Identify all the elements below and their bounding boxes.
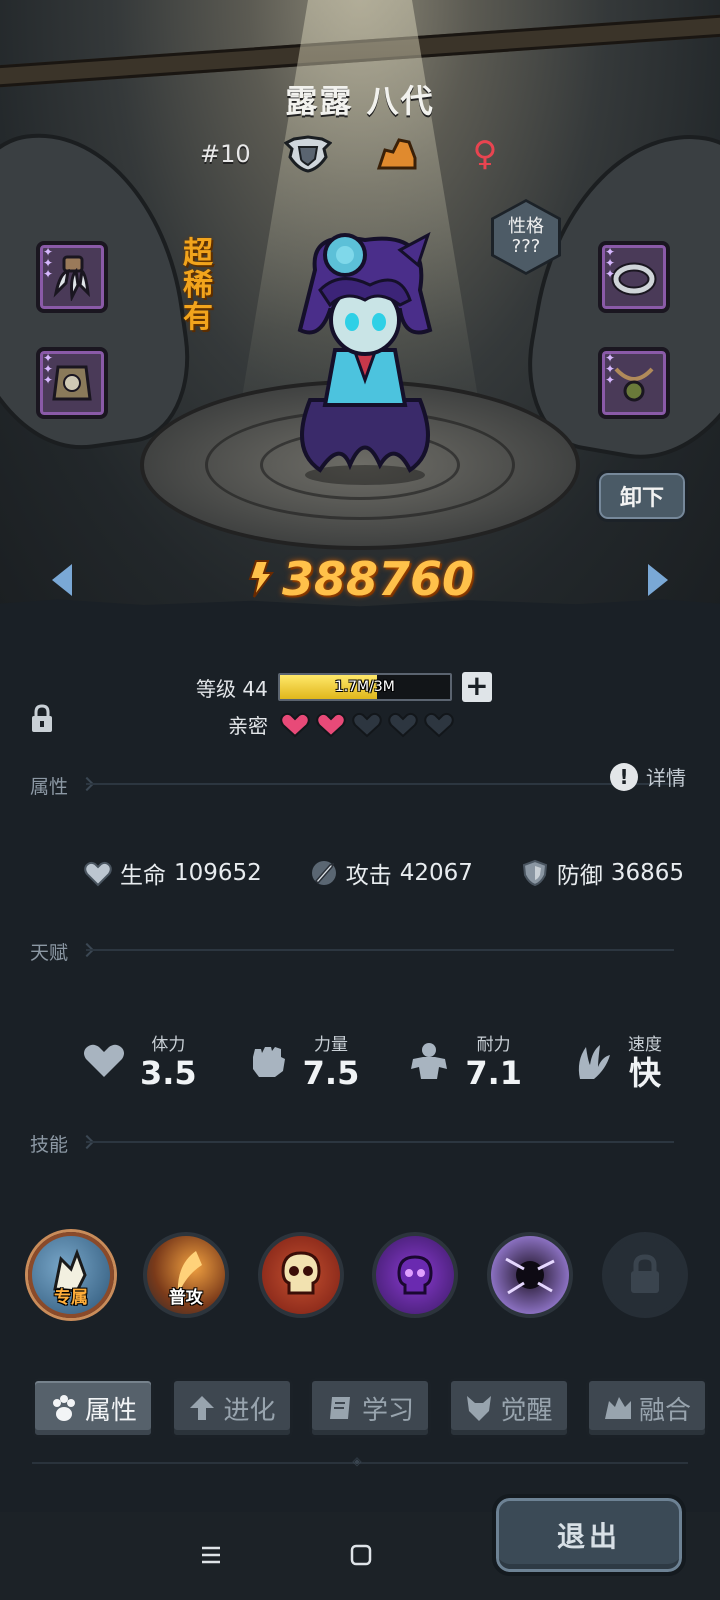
tab-awaken[interactable]: 觉醒 bbox=[447, 1378, 570, 1438]
attributes-row: 生命 109652 攻击 42067 防御 36865 bbox=[84, 856, 684, 890]
spiked-ring-icon bbox=[611, 262, 657, 296]
skill-vortex[interactable] bbox=[487, 1232, 574, 1318]
attribute-defense: 防御 36865 bbox=[521, 856, 684, 890]
exit-button[interactable]: 退出 bbox=[492, 1494, 686, 1576]
tab-evolve[interactable]: 进化 bbox=[170, 1378, 293, 1438]
experience-text: 1.7M/3M bbox=[334, 679, 395, 695]
experience-bar: 1.7M/3M bbox=[277, 673, 452, 701]
unequip-button[interactable]: 卸下 bbox=[596, 470, 688, 522]
lock-icon[interactable] bbox=[30, 704, 54, 734]
heart-filled-icon bbox=[316, 712, 346, 737]
info-icon: ! bbox=[610, 762, 638, 791]
skill-skull[interactable] bbox=[257, 1232, 344, 1318]
talent-endurance: 耐力 7.1 bbox=[407, 1030, 522, 1091]
add-experience-button[interactable]: + bbox=[461, 672, 492, 702]
section-divider bbox=[86, 783, 674, 785]
heart-filled-icon bbox=[280, 712, 310, 737]
skill-exclusive[interactable]: 专属 bbox=[28, 1232, 114, 1318]
intimacy-row: 亲密 bbox=[228, 710, 454, 739]
necklace-icon bbox=[614, 367, 654, 402]
heart-empty-icon bbox=[388, 712, 418, 737]
skills-row: 专属 普攻 bbox=[28, 1232, 688, 1318]
section-divider bbox=[86, 949, 674, 951]
level-row: 等级 44 1.7M/3M + bbox=[196, 672, 492, 702]
equipment-slot-claw[interactable]: ✦ ✦ ✦ bbox=[36, 241, 108, 313]
attribute-attack: 攻击 42067 bbox=[310, 856, 473, 890]
details-label: 详情 bbox=[646, 766, 686, 790]
shield-icon bbox=[522, 859, 547, 887]
skull-icon bbox=[281, 1251, 321, 1295]
tab-learn[interactable]: 学习 bbox=[309, 1378, 431, 1438]
combat-power-value: 388760 bbox=[281, 552, 475, 606]
class-shield-icon[interactable] bbox=[283, 134, 333, 174]
evolve-arrow-icon bbox=[190, 1396, 215, 1420]
intimacy-label: 亲密 bbox=[228, 714, 268, 738]
tab-attributes[interactable]: 属性 bbox=[32, 1378, 154, 1438]
intimacy-hearts[interactable] bbox=[280, 712, 454, 738]
home-icon[interactable] bbox=[346, 1540, 376, 1570]
hero-character[interactable] bbox=[280, 230, 450, 490]
skill-basic-attack[interactable]: 普攻 bbox=[142, 1232, 229, 1318]
book-icon bbox=[329, 1397, 350, 1419]
section-divider bbox=[86, 1141, 674, 1143]
heart-empty-icon bbox=[424, 712, 454, 737]
attribute-hp: 生命 109652 bbox=[84, 856, 262, 890]
skill-locked[interactable] bbox=[601, 1232, 688, 1318]
tab-merge[interactable]: 融合 bbox=[586, 1378, 708, 1438]
hero-rank: #10 bbox=[200, 140, 251, 168]
bottom-tabs: 属性 进化 学习 觉醒 融合 bbox=[32, 1378, 708, 1438]
equipment-slot-armor[interactable]: ✦ ✦ ✦ bbox=[36, 347, 108, 419]
muscle-icon bbox=[411, 1042, 448, 1079]
skills-section-title: 技能 bbox=[30, 1134, 69, 1156]
rarity-label: 超稀有 bbox=[183, 236, 213, 335]
personality-label: 性格 bbox=[508, 216, 544, 237]
power-icon bbox=[248, 560, 274, 598]
attributes-section-title: 属性 bbox=[30, 776, 69, 798]
lock-icon bbox=[630, 1254, 659, 1293]
claw-icon bbox=[53, 255, 90, 301]
heart-icon bbox=[84, 1044, 124, 1077]
wing-icon bbox=[578, 1044, 610, 1079]
talents-row: 体力 3.5 力量 7.5 耐力 7.1 速度 快 bbox=[82, 1030, 662, 1091]
menu-icon[interactable] bbox=[196, 1540, 226, 1570]
earth-element-icon[interactable] bbox=[372, 134, 422, 174]
purple-skull-icon bbox=[397, 1255, 433, 1295]
skill-purple-skull[interactable] bbox=[372, 1232, 459, 1318]
wolf-icon bbox=[467, 1396, 492, 1421]
equipment-slot-ring[interactable]: ✦ ✦ ✦ bbox=[598, 241, 670, 313]
merge-icon bbox=[604, 1397, 631, 1419]
vortex-icon bbox=[505, 1257, 555, 1295]
details-button[interactable]: ! 详情 bbox=[610, 762, 686, 791]
sword-icon bbox=[311, 861, 336, 885]
combat-power: 388760 bbox=[0, 552, 720, 606]
armor-icon bbox=[52, 365, 92, 401]
level-label: 等级 44 bbox=[196, 676, 268, 701]
personality-value: ??? bbox=[511, 236, 541, 257]
talent-section-title: 天赋 bbox=[30, 942, 69, 964]
paw-icon bbox=[52, 1395, 75, 1421]
female-gender-icon: ♀ bbox=[472, 134, 498, 174]
talent-speed: 速度 快 bbox=[570, 1030, 662, 1091]
heart-shield-icon bbox=[84, 861, 112, 887]
hero-name: 露露 八代 bbox=[285, 82, 435, 120]
heart-empty-icon bbox=[352, 712, 382, 737]
equipment-slot-necklace[interactable]: ✦ ✦ ✦ bbox=[598, 347, 670, 419]
talent-stamina: 体力 3.5 bbox=[82, 1030, 197, 1091]
hero-showcase-scene: 露露 八代 #10 ♀ 超稀有 ✦ ✦ ✦ ✦ ✦ ✦ ✦ ✦ ✦ ✦ ✦ ✦ … bbox=[0, 0, 720, 610]
talent-strength: 力量 7.5 bbox=[245, 1030, 359, 1091]
fist-icon bbox=[252, 1046, 285, 1077]
